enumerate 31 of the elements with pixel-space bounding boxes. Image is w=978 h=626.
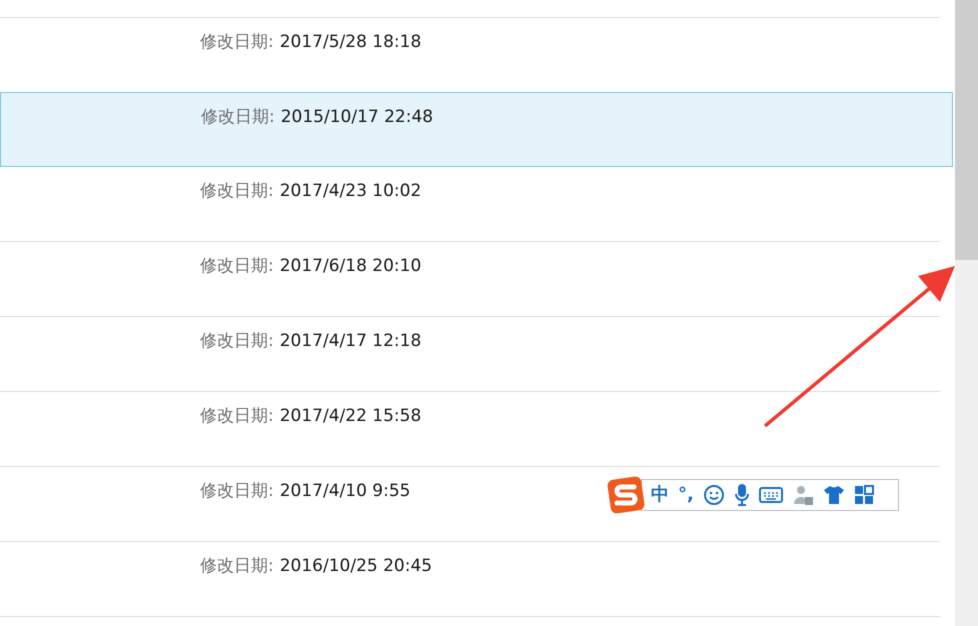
microphone-icon[interactable]	[734, 483, 750, 507]
date-label: 修改日期:	[200, 555, 274, 578]
punctuation-toggle[interactable]: °,	[678, 486, 694, 504]
file-row[interactable]: 修改日期: 2017/4/17 12:18	[0, 317, 940, 392]
user-icon[interactable]	[792, 484, 814, 506]
date-label: 修改日期:	[200, 480, 274, 503]
date-label: 修改日期:	[200, 31, 274, 54]
file-row[interactable]: 修改日期: 2017/4/22 15:58	[0, 392, 940, 467]
smiley-icon[interactable]	[702, 484, 725, 506]
scrollbar-thumb[interactable]	[955, 0, 978, 260]
grid-icon[interactable]	[854, 485, 874, 505]
file-row[interactable]: 修改日期: 2016/10/25 20:45	[0, 542, 940, 617]
date-label: 修改日期:	[200, 330, 274, 353]
keyboard-icon[interactable]	[758, 486, 783, 504]
input-mode-toggle[interactable]: 中	[651, 486, 669, 504]
file-row[interactable]: 修改日期: 2017/4/23 10:02	[0, 167, 940, 242]
shirt-icon[interactable]	[822, 484, 845, 506]
date-value: 2017/4/17 12:18	[280, 330, 422, 353]
date-value: 2015/10/17 22:48	[280, 106, 434, 129]
date-label: 修改日期:	[200, 405, 274, 428]
date-value: 2017/4/22 15:58	[280, 405, 422, 428]
date-value: 2017/4/23 10:02	[280, 180, 422, 203]
date-value: 2017/4/10 9:55	[280, 480, 410, 503]
date-label: 修改日期:	[200, 180, 274, 203]
date-value: 2016/10/25 20:45	[280, 555, 432, 578]
date-value: 2017/6/18 20:10	[280, 255, 422, 278]
file-row[interactable]: 修改日期: 2015/10/17 22:48	[0, 92, 953, 167]
date-label: 修改日期:	[200, 255, 274, 278]
date-value: 2017/5/28 18:18	[280, 31, 422, 54]
date-label: 修改日期:	[201, 106, 275, 129]
logo-icon[interactable]	[607, 476, 645, 514]
